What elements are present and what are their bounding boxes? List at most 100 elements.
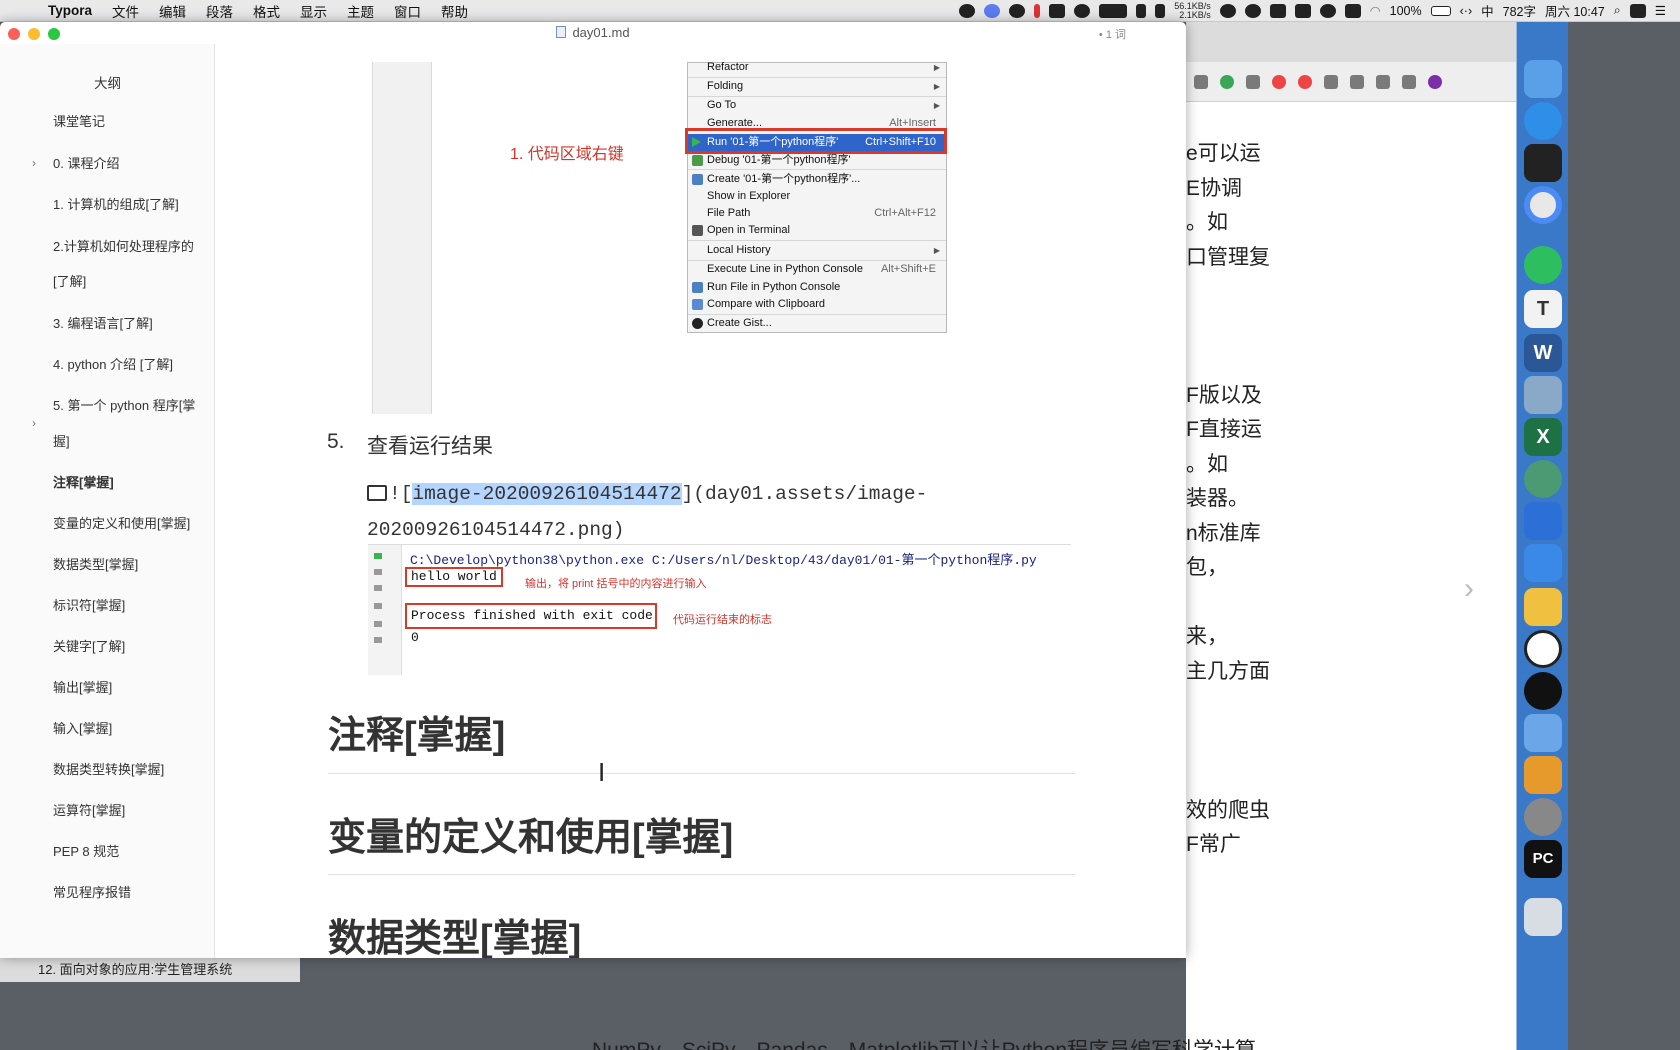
outline-item[interactable]: 变量的定义和使用[掌握] bbox=[53, 506, 203, 541]
heading-data-types[interactable]: 数据类型[掌握] bbox=[328, 907, 581, 958]
menu-item-create-gist: Create Gist... bbox=[688, 315, 946, 332]
outline-item[interactable]: 数据类型转换[掌握] bbox=[53, 752, 203, 787]
chrome-icon[interactable] bbox=[1524, 186, 1562, 224]
tray-chat-icon[interactable] bbox=[1294, 3, 1311, 18]
outline-item[interactable]: 4. python 介绍 [了解] bbox=[53, 347, 203, 382]
sublime-text-icon[interactable] bbox=[1524, 756, 1562, 794]
menu-format[interactable]: 格式 bbox=[243, 1, 290, 21]
outline-item[interactable]: 输入[掌握] bbox=[53, 711, 203, 746]
tray-display-icon[interactable] bbox=[1049, 3, 1066, 18]
menu-typora[interactable]: Typora bbox=[38, 3, 102, 18]
selected-text[interactable]: image-20200926104514472 bbox=[412, 483, 682, 505]
tray-screen-icon[interactable] bbox=[1269, 3, 1286, 18]
outline-item[interactable]: 标识符[掌握] bbox=[53, 588, 203, 623]
outline-item[interactable]: 5. 第一个 python 程序[掌 bbox=[53, 388, 203, 423]
tray-app-icon[interactable] bbox=[959, 3, 976, 18]
highlight-box bbox=[685, 128, 947, 154]
clock[interactable]: 周六 10:47 bbox=[1545, 1, 1605, 20]
preview-icon[interactable] bbox=[1524, 376, 1562, 414]
remote-desktop-icon[interactable] bbox=[1524, 502, 1562, 540]
battery-icon[interactable] bbox=[1430, 5, 1451, 16]
app-icon[interactable] bbox=[1524, 544, 1562, 582]
menu-edit[interactable]: 编辑 bbox=[149, 1, 196, 21]
outline-item[interactable]: › 0. 课程介绍 bbox=[32, 146, 203, 181]
outline-item[interactable]: 3. 编程语言[了解] bbox=[53, 306, 203, 341]
input-method-icon[interactable]: 中 bbox=[1481, 1, 1494, 20]
tray-grid-icon[interactable] bbox=[1344, 3, 1361, 18]
outline-item[interactable]: 课堂笔记 bbox=[53, 104, 203, 139]
tray-memory-icon[interactable] bbox=[1136, 3, 1147, 18]
tray-pause-icon[interactable] bbox=[1034, 3, 1041, 18]
atom-icon[interactable] bbox=[1524, 460, 1562, 498]
browser-tab-bar[interactable] bbox=[1186, 22, 1516, 62]
outline-item[interactable]: 关键字[了解] bbox=[53, 629, 203, 664]
image-markdown-source[interactable]: ![image-20200926104514472](day01.assets/… bbox=[367, 476, 1087, 548]
outline-item[interactable]: 2.计算机如何处理程序的 bbox=[53, 229, 203, 264]
outline-item[interactable]: PEP 8 规范 bbox=[53, 834, 203, 869]
outline-item[interactable]: 输出[掌握] bbox=[53, 670, 203, 705]
obs-icon[interactable] bbox=[1524, 672, 1562, 710]
trash-icon[interactable] bbox=[1524, 898, 1562, 936]
keynote-icon[interactable] bbox=[1524, 714, 1562, 752]
word-icon[interactable]: W bbox=[1524, 334, 1562, 372]
clock-app-icon[interactable] bbox=[1524, 630, 1562, 668]
folder-icon[interactable] bbox=[1524, 588, 1562, 626]
browser-extensions-bar bbox=[1186, 62, 1516, 102]
outline-item[interactable]: 常见程序报错 bbox=[53, 875, 203, 910]
menu-file[interactable]: 文件 bbox=[102, 1, 149, 21]
puzzle-icon[interactable] bbox=[1402, 74, 1416, 89]
menu-theme[interactable]: 主题 bbox=[337, 1, 384, 21]
wifi-icon[interactable]: ◠ bbox=[1370, 3, 1381, 18]
extension-icon[interactable] bbox=[1272, 74, 1286, 89]
chevron-right-icon[interactable]: › bbox=[32, 146, 36, 181]
chevron-right-icon[interactable]: › bbox=[1464, 572, 1474, 606]
tray-monitor-icon[interactable] bbox=[1099, 3, 1128, 18]
evernote-extension-icon[interactable] bbox=[1220, 74, 1234, 89]
excel-icon[interactable]: X bbox=[1524, 418, 1562, 456]
profile-avatar[interactable] bbox=[1428, 74, 1442, 89]
title-bar[interactable]: day01.md • 1 词 bbox=[0, 22, 1186, 44]
evernote-icon[interactable] bbox=[1524, 246, 1562, 284]
tray-tools-icon[interactable] bbox=[1074, 3, 1091, 18]
list-item-text[interactable]: 查看运行结果 bbox=[367, 430, 493, 460]
extension-icon[interactable] bbox=[1194, 74, 1208, 89]
notification-center-icon[interactable]: ☰ bbox=[1655, 3, 1666, 18]
spotlight-search-icon[interactable]: ⌕ bbox=[1614, 3, 1621, 18]
extension-icon[interactable] bbox=[1246, 74, 1260, 89]
outline-item[interactable]: 数据类型[掌握] bbox=[53, 547, 203, 582]
extension-icon[interactable] bbox=[1298, 74, 1312, 89]
system-preferences-icon[interactable] bbox=[1524, 798, 1562, 836]
menu-help[interactable]: 帮助 bbox=[431, 1, 478, 21]
extension-icon[interactable] bbox=[1376, 74, 1390, 89]
heading-comments[interactable]: 注释[掌握] bbox=[328, 704, 505, 759]
outline-item[interactable]: 运算符[掌握] bbox=[53, 793, 203, 828]
extension-icon[interactable] bbox=[1324, 74, 1338, 89]
tray-sync-icon[interactable] bbox=[1009, 3, 1026, 18]
menu-view[interactable]: 显示 bbox=[290, 1, 337, 21]
heading-variables[interactable]: 变量的定义和使用[掌握] bbox=[328, 806, 733, 861]
menu-window[interactable]: 窗口 bbox=[384, 1, 431, 21]
word-count[interactable]: • 1 词 bbox=[1099, 26, 1126, 42]
outline-item[interactable]: › 握] bbox=[32, 416, 203, 459]
tray-vpn-icon[interactable] bbox=[984, 3, 1001, 18]
chevron-right-icon[interactable]: › bbox=[32, 406, 36, 441]
tray-m-icon[interactable] bbox=[1244, 3, 1261, 18]
extension-icon[interactable] bbox=[1350, 74, 1364, 89]
terminal-icon[interactable] bbox=[1524, 144, 1562, 182]
typora-icon[interactable]: T bbox=[1524, 290, 1562, 328]
background-bottom-text: NumPy、SciPy、Pandas、Matplotlib可以让Python程序… bbox=[592, 1034, 1256, 1050]
safari-icon[interactable] bbox=[1524, 102, 1562, 140]
tray-cpu-icon[interactable] bbox=[1155, 3, 1166, 18]
siri-icon[interactable] bbox=[1629, 3, 1646, 18]
outline-item[interactable]: 1. 计算机的组成[了解] bbox=[53, 187, 203, 222]
code-icon[interactable]: ‹·› bbox=[1460, 4, 1473, 18]
background-outline-item[interactable]: 12. 面向对象的应用:学生管理系统 bbox=[0, 958, 300, 982]
pycharm-icon[interactable]: PC bbox=[1524, 840, 1562, 878]
tray-cloud-icon[interactable] bbox=[1219, 3, 1236, 18]
outline-item[interactable]: [了解] bbox=[53, 264, 203, 299]
outline-item-active[interactable]: 注释[掌握] bbox=[53, 465, 203, 500]
finder-icon[interactable] bbox=[1524, 60, 1562, 98]
tray-bell-icon[interactable] bbox=[1319, 3, 1336, 18]
editor-content[interactable]: 1. 代码区域右键 Refactor ▶ Folding ▶ Go To ▶ Gene… bbox=[215, 44, 1186, 958]
menu-paragraph[interactable]: 段落 bbox=[196, 1, 243, 21]
